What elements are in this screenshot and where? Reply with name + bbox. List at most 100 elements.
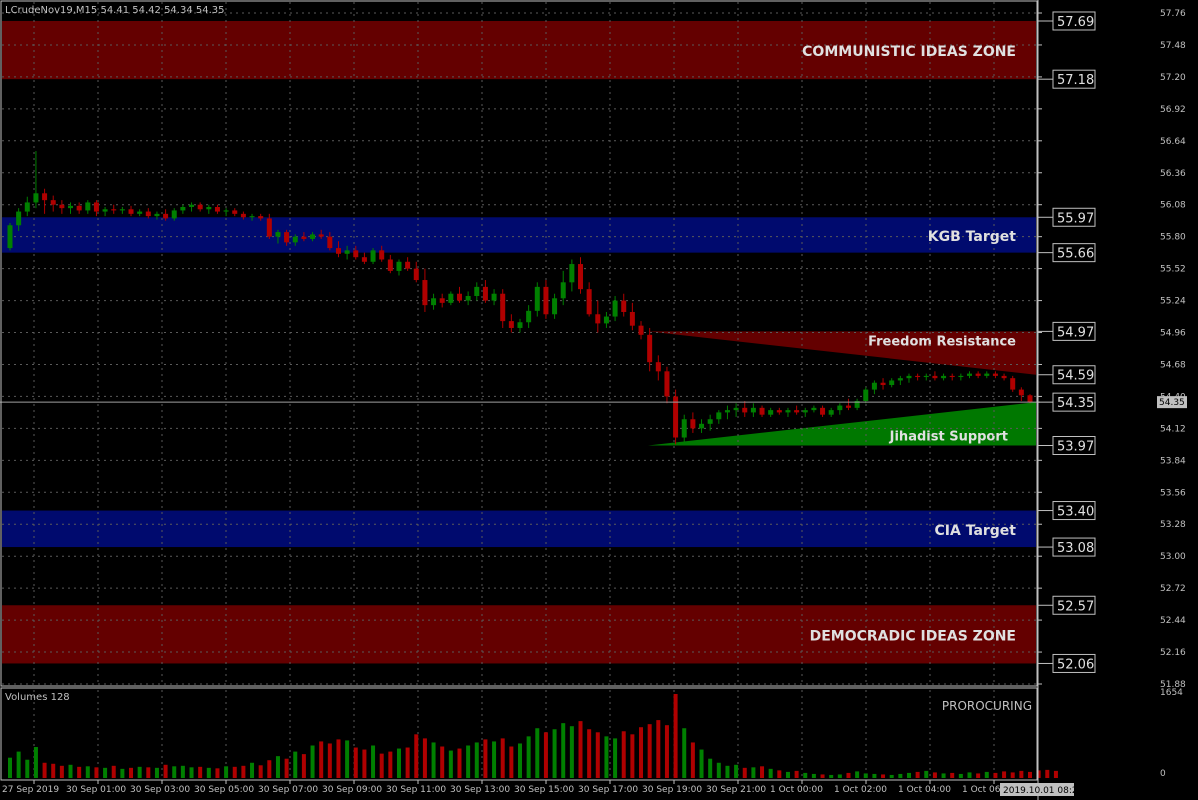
- candle-body: [820, 407, 826, 415]
- volume-bar: [967, 772, 972, 778]
- candle-body: [232, 210, 238, 214]
- candle-body: [223, 210, 229, 212]
- candle-body: [327, 236, 333, 249]
- volume-bar: [293, 751, 298, 778]
- candle-body: [301, 236, 307, 239]
- price-tick-label: 54.12: [1160, 424, 1186, 434]
- volume-bar: [1019, 770, 1024, 778]
- volume-bar: [284, 758, 289, 778]
- volume-bar: [595, 732, 600, 778]
- time-tick-label: 1 Oct 04:00: [898, 785, 951, 795]
- volume-bar: [500, 738, 505, 778]
- volume-bar: [137, 766, 142, 778]
- candle-body: [206, 206, 212, 210]
- volume-bar: [492, 741, 497, 778]
- candle-body: [318, 234, 324, 237]
- zone-label: COMMUNISTIC IDEAS ZONE: [802, 44, 1016, 60]
- time-tick-label: 30 Sep 03:00: [130, 785, 190, 795]
- volume-bar: [656, 720, 661, 778]
- volume-bar: [1028, 771, 1032, 778]
- candle-body: [16, 211, 22, 226]
- candle-body: [863, 389, 869, 401]
- volume-bar: [976, 773, 981, 778]
- candle-body: [258, 216, 264, 219]
- candle-body: [871, 382, 877, 390]
- volume-bar: [993, 772, 998, 778]
- volume-bar: [483, 739, 488, 778]
- candle-body: [845, 405, 851, 408]
- volume-bar: [388, 751, 393, 778]
- candle-body: [742, 407, 748, 413]
- volume-bar: [172, 766, 177, 778]
- candle-body: [335, 248, 341, 254]
- level-price-value: 52.57: [1057, 599, 1094, 614]
- candle-body: [284, 232, 290, 243]
- candle-body: [897, 378, 903, 381]
- volume-bar: [872, 773, 877, 778]
- volume-bar: [250, 762, 255, 778]
- volume-bar: [552, 729, 557, 778]
- candle-body: [612, 300, 618, 317]
- candle-body: [292, 236, 298, 243]
- candle-body: [992, 373, 998, 376]
- price-tick-label: 56.08: [1160, 201, 1186, 211]
- price-tick-label: 56.36: [1160, 169, 1186, 179]
- volume-bar: [267, 760, 272, 778]
- price-tick-label: 52.16: [1160, 648, 1186, 658]
- candle-body: [733, 407, 739, 411]
- volume-bar: [760, 766, 765, 778]
- time-tick-label: 1 Oct 00:00: [770, 785, 823, 795]
- zone-band: [2, 510, 1036, 548]
- candle-body: [189, 204, 195, 207]
- price-tick-label: 57.76: [1160, 9, 1186, 19]
- volume-bar: [863, 773, 868, 778]
- candle-body: [465, 296, 471, 301]
- candle-body: [923, 375, 929, 378]
- volume-bar: [639, 727, 644, 778]
- time-tick-label: 30 Sep 15:00: [514, 785, 574, 795]
- candle-body: [396, 261, 402, 271]
- candle-body: [431, 298, 437, 306]
- volume-bar: [751, 767, 756, 778]
- volume-bar: [881, 774, 886, 778]
- volume-bar: [440, 746, 445, 778]
- volume-bar: [319, 741, 324, 778]
- volume-bar: [345, 740, 350, 778]
- candle-body: [1010, 378, 1016, 390]
- candle-body: [1018, 389, 1024, 396]
- volume-bar: [189, 767, 194, 778]
- volume-bar: [690, 742, 695, 778]
- volume-bar: [958, 773, 963, 778]
- volume-scale-max: 1654: [1160, 688, 1183, 698]
- candle-body: [111, 209, 117, 211]
- candle-body: [33, 193, 39, 203]
- candle-body: [102, 209, 108, 212]
- volume-bar: [1010, 772, 1015, 778]
- volume-label: Volumes 128: [5, 692, 70, 703]
- chart-canvas[interactable]: Freedom Resistance Jihadist Support COMMU…: [0, 0, 1198, 800]
- volume-bar: [734, 764, 739, 778]
- candle-body: [578, 264, 584, 290]
- volume-bar: [180, 765, 185, 778]
- candle-body: [966, 373, 972, 376]
- triangle-label: Freedom Resistance: [868, 334, 1016, 349]
- volume-bar: [950, 772, 955, 778]
- volume-bar: [422, 738, 427, 778]
- candle-body: [370, 250, 376, 262]
- candle-body: [145, 211, 151, 217]
- time-tick-label: 30 Sep 11:00: [386, 785, 446, 795]
- price-tick-label: 53.28: [1160, 520, 1186, 530]
- zone-label: CIA Target: [935, 523, 1017, 539]
- volume-bar: [509, 746, 514, 778]
- candle-body: [811, 407, 817, 411]
- volume-bar: [224, 766, 229, 778]
- time-tick-label: 30 Sep 17:00: [578, 785, 638, 795]
- time-tick-label: 27 Sep 2019: [2, 785, 59, 795]
- volume-bar: [25, 759, 30, 778]
- time-tick-label: 1 Oct 02:00: [834, 785, 887, 795]
- volume-bar: [33, 747, 38, 778]
- price-tick-label: 56.92: [1160, 105, 1186, 115]
- candle-body: [119, 209, 125, 211]
- candle-body: [59, 204, 65, 209]
- volume-bar: [768, 768, 773, 778]
